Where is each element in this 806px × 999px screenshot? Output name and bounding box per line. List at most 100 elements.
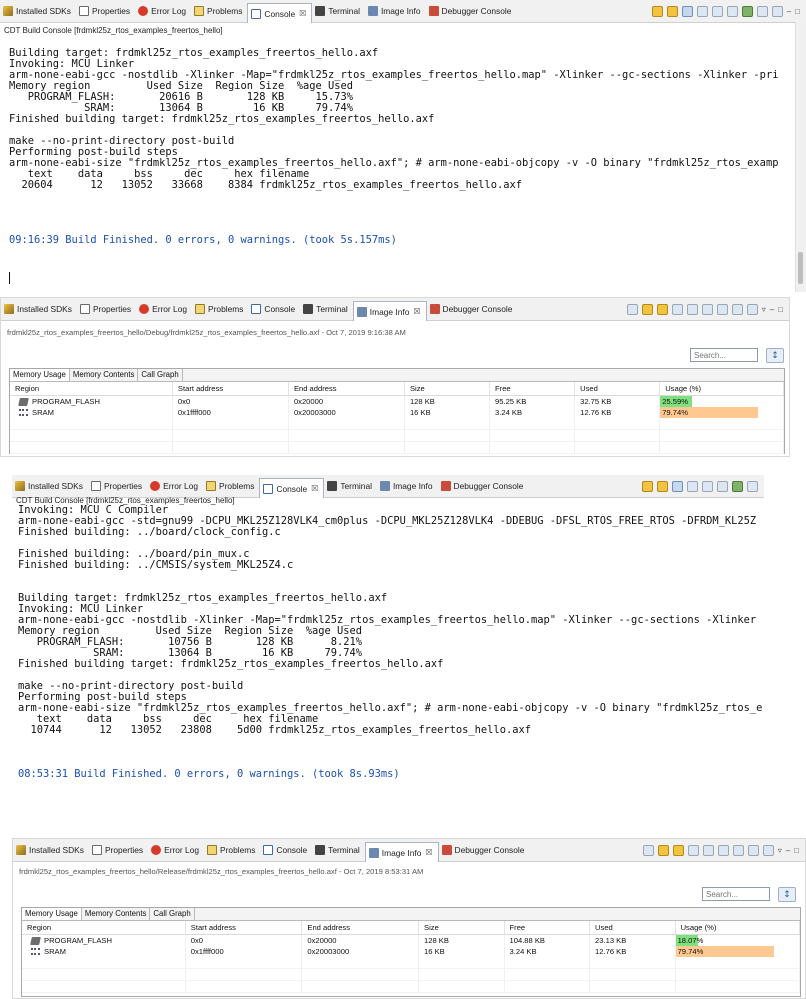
grid-icon[interactable]	[701, 303, 713, 315]
tab-installed-sdks[interactable]: Installed SDKs	[1, 298, 77, 320]
display-selected-console-icon[interactable]	[741, 5, 753, 17]
minimize-icon[interactable]: ‒	[786, 846, 790, 855]
column-header-size[interactable]: Size	[404, 382, 491, 396]
scroll-up-icon[interactable]	[657, 480, 668, 492]
tab-image-info[interactable]: Image Info	[365, 0, 426, 22]
view-menu-icon[interactable]: ▿	[762, 305, 766, 314]
table-icon[interactable]	[732, 844, 744, 856]
column-header-used[interactable]: Used	[574, 382, 661, 396]
close-tab-icon[interactable]: ☒	[413, 307, 420, 316]
clear-console-icon[interactable]	[726, 5, 738, 17]
copy-icon[interactable]	[731, 303, 743, 315]
tab-terminal[interactable]: Terminal	[312, 0, 365, 22]
pin-icon[interactable]	[746, 303, 758, 315]
column-header-used[interactable]: Used	[589, 921, 676, 935]
search-input[interactable]	[702, 887, 770, 901]
tab-console[interactable]: Console	[260, 839, 312, 861]
tab-debugger-console[interactable]: Debugger Console	[427, 298, 518, 320]
column-header-usage[interactable]: Usage (%)	[675, 921, 801, 935]
tab-problems[interactable]: Problems	[191, 0, 247, 22]
new-console-icon[interactable]	[771, 5, 783, 17]
close-tab-icon[interactable]: ☒	[311, 484, 318, 493]
maximize-icon[interactable]: □	[794, 846, 799, 855]
chart-icon[interactable]	[671, 303, 683, 315]
minimize-icon[interactable]: ‒	[787, 7, 791, 16]
column-header-region[interactable]: Region	[22, 921, 186, 935]
column-header-start-address[interactable]: Start address	[185, 921, 303, 935]
display-selected-console-icon[interactable]	[732, 480, 743, 492]
subtab-call-graph[interactable]: Call Graph	[150, 908, 195, 920]
subtab-memory-usage[interactable]: Memory Usage	[22, 908, 82, 920]
column-header-usage[interactable]: Usage (%)	[659, 382, 784, 396]
pin-console-icon[interactable]	[672, 480, 683, 492]
folder-icon[interactable]	[656, 303, 668, 315]
subtab-memory-usage[interactable]: Memory Usage	[10, 369, 70, 381]
scroll-lock-icon[interactable]	[642, 480, 653, 492]
tab-problems[interactable]: Problems	[203, 475, 259, 497]
vertical-scrollbar[interactable]	[795, 22, 806, 292]
pin-icon[interactable]	[762, 844, 774, 856]
table-row[interactable]: PROGRAM_FLASH 0x0 0x20000 128 KB 104.88 KB 23…	[22, 934, 801, 946]
search-button[interactable]: ↕	[766, 348, 784, 363]
open-console-icon[interactable]	[747, 480, 758, 492]
tab-image-info[interactable]: Image Info ☒	[364, 842, 439, 862]
search-button[interactable]: ↕	[778, 887, 796, 902]
copy-icon[interactable]	[687, 480, 698, 492]
open-console-icon[interactable]	[756, 5, 768, 17]
tab-debugger-console[interactable]: Debugger Console	[438, 475, 529, 497]
scrollbar-thumb[interactable]	[798, 252, 803, 284]
tab-terminal[interactable]: Terminal	[300, 298, 353, 320]
layout-icon[interactable]	[702, 844, 714, 856]
tab-properties[interactable]: Properties	[77, 298, 136, 320]
expand-icon[interactable]	[642, 844, 654, 856]
maximize-icon[interactable]: □	[795, 7, 800, 16]
tab-console[interactable]: Console ☒	[259, 478, 325, 498]
tab-properties[interactable]: Properties	[76, 0, 135, 22]
tab-error-log[interactable]: Error Log	[147, 475, 203, 497]
layout-icon[interactable]	[686, 303, 698, 315]
grid-icon[interactable]	[717, 844, 729, 856]
clear-console-icon[interactable]	[717, 480, 728, 492]
import-icon[interactable]	[641, 303, 653, 315]
close-tab-icon[interactable]: ☒	[299, 9, 306, 18]
tab-properties[interactable]: Properties	[88, 475, 147, 497]
tab-error-log[interactable]: Error Log	[135, 0, 191, 22]
scroll-up-icon[interactable]	[666, 5, 678, 17]
maximize-icon[interactable]: □	[778, 305, 783, 314]
tab-error-log[interactable]: Error Log	[148, 839, 204, 861]
tab-problems[interactable]: Problems	[204, 839, 260, 861]
subtab-memory-contents[interactable]: Memory Contents	[82, 908, 151, 920]
table-row[interactable]: PROGRAM_FLASH 0x0 0x20000 128 KB 95.25 KB 32.…	[10, 395, 784, 407]
copy-icon[interactable]	[747, 844, 759, 856]
tab-properties[interactable]: Properties	[89, 839, 148, 861]
minimize-icon[interactable]: ‒	[770, 305, 774, 314]
scroll-lock-icon[interactable]	[651, 5, 663, 17]
column-header-free[interactable]: Free	[489, 382, 576, 396]
tab-image-info[interactable]: Image Info ☒	[352, 301, 427, 321]
import-icon[interactable]	[657, 844, 669, 856]
tab-terminal[interactable]: Terminal	[324, 475, 377, 497]
expand-icon[interactable]	[626, 303, 638, 315]
column-header-start-address[interactable]: Start address	[172, 382, 289, 396]
tab-problems[interactable]: Problems	[192, 298, 248, 320]
column-header-region[interactable]: Region	[10, 382, 173, 396]
tab-error-log[interactable]: Error Log	[136, 298, 192, 320]
column-header-end-address[interactable]: End address	[288, 382, 405, 396]
subtab-call-graph[interactable]: Call Graph	[138, 369, 183, 381]
tab-installed-sdks[interactable]: Installed SDKs	[13, 839, 89, 861]
tab-image-info[interactable]: Image Info	[377, 475, 438, 497]
tab-installed-sdks[interactable]: Installed SDKs	[12, 475, 88, 497]
tab-debugger-console[interactable]: Debugger Console	[439, 839, 530, 861]
pin-console-icon[interactable]	[681, 5, 693, 17]
word-wrap-icon[interactable]	[702, 480, 713, 492]
search-input[interactable]	[690, 348, 758, 362]
chart-icon[interactable]	[687, 844, 699, 856]
view-menu-icon[interactable]: ▿	[778, 846, 782, 855]
column-header-end-address[interactable]: End address	[301, 921, 420, 935]
table-icon[interactable]	[716, 303, 728, 315]
column-header-size[interactable]: Size	[418, 921, 505, 935]
table-row[interactable]: SRAM 0x1ffff000 0x20003000 16 KB 3.24 KB 12.7…	[22, 946, 801, 957]
table-row[interactable]: SRAM 0x1ffff000 0x20003000 16 KB 3.24 KB 12.7…	[10, 407, 784, 418]
folder-icon[interactable]	[672, 844, 684, 856]
subtab-memory-contents[interactable]: Memory Contents	[70, 369, 139, 381]
